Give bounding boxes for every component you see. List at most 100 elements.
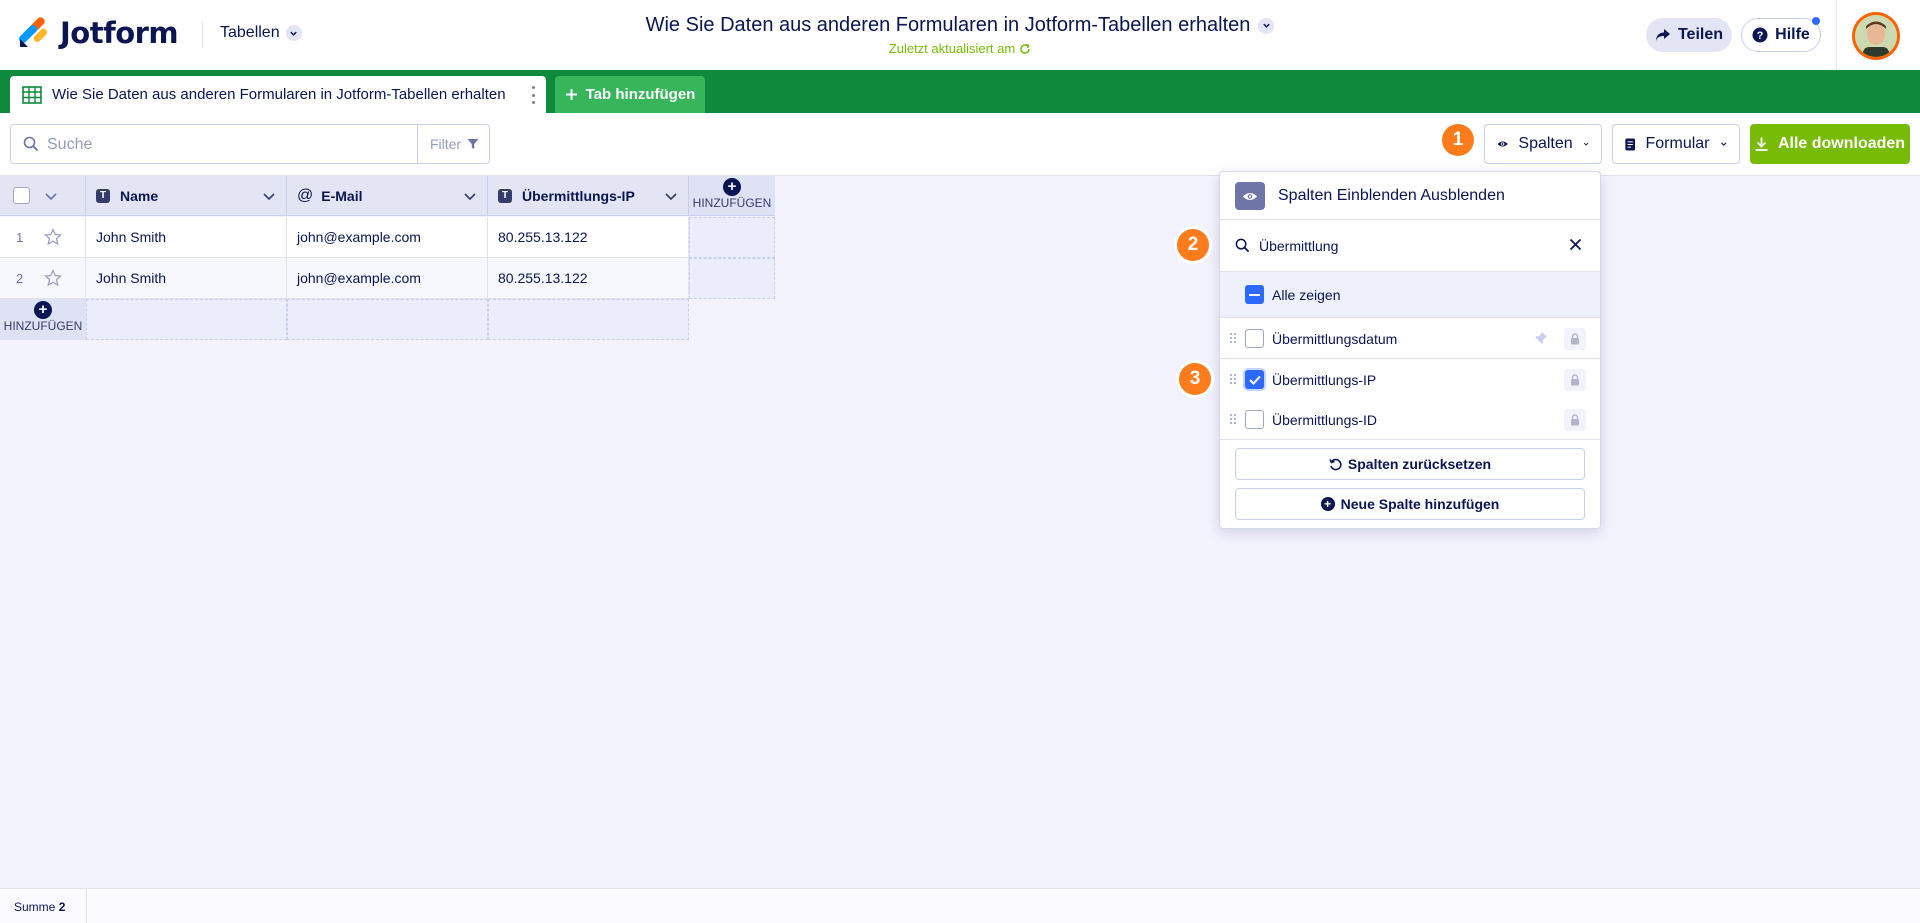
pin-icon[interactable]	[1534, 331, 1548, 345]
show-all-checkbox[interactable]	[1245, 285, 1264, 304]
lock-icon	[1564, 328, 1586, 350]
empty-cell	[287, 299, 488, 340]
column-header-label: E-Mail	[321, 187, 363, 204]
add-tab-button[interactable]: Tab hinzufügen	[555, 76, 705, 113]
text-type-icon: T	[96, 188, 110, 203]
row-number: 1	[16, 230, 24, 245]
form-document-icon	[1625, 138, 1636, 150]
chevron-down-icon	[1583, 142, 1589, 146]
add-row-label: HINZUFÜGEN	[3, 319, 83, 333]
chevron-down-icon	[1258, 17, 1275, 34]
step-badge-1: 1	[1442, 124, 1474, 156]
column-checkbox[interactable]	[1245, 329, 1264, 348]
last-updated: Zuletzt aktualisiert am	[0, 41, 1920, 56]
table-cell[interactable]: john@example.com	[287, 217, 488, 258]
drag-handle-icon[interactable]	[1230, 374, 1236, 384]
download-icon	[1755, 137, 1768, 151]
add-row-button[interactable]: + HINZUFÜGEN	[0, 299, 86, 340]
chevron-down-icon[interactable]	[44, 189, 58, 203]
chevron-down-icon[interactable]	[664, 189, 678, 203]
column-item-submission-ip[interactable]: Übermittlungs-IP	[1220, 359, 1600, 400]
column-header-label: Name	[120, 187, 159, 204]
columns-button[interactable]: Spalten	[1484, 124, 1602, 164]
page-title[interactable]: Wie Sie Daten aus anderen Formularen in …	[646, 14, 1275, 37]
eye-icon	[1235, 182, 1265, 210]
chevron-down-icon[interactable]	[262, 189, 276, 203]
column-checkbox[interactable]	[1245, 410, 1264, 429]
search-icon	[23, 136, 39, 152]
select-all-checkbox[interactable]	[13, 187, 30, 204]
form-button[interactable]: Formular	[1612, 124, 1740, 164]
column-search-input[interactable]: Übermittlung	[1259, 238, 1338, 254]
table-cell[interactable]: 80.255.13.122	[488, 217, 689, 258]
lock-icon	[1564, 369, 1586, 391]
column-item-submission-id[interactable]: Übermittlungs-ID	[1220, 399, 1600, 440]
page-title-text: Wie Sie Daten aus anderen Formularen in …	[645, 14, 1251, 36]
column-header-email[interactable]: @ E-Mail	[287, 176, 488, 216]
form-label: Formular	[1645, 135, 1710, 152]
plus-icon	[565, 89, 577, 100]
panel-title: Spalten Einblenden Ausblenden	[1278, 187, 1505, 204]
filter-label: Filter	[429, 136, 462, 152]
email-type-icon: @	[297, 186, 314, 204]
sum-label: Summe	[14, 900, 56, 914]
star-icon[interactable]	[44, 269, 62, 287]
show-all-row[interactable]: Alle zeigen	[1220, 272, 1600, 318]
eye-icon	[1497, 141, 1508, 147]
search-icon	[1235, 238, 1250, 253]
column-header-submission-ip[interactable]: T Übermittlungs-IP	[488, 176, 689, 216]
tab-bar: Wie Sie Daten aus anderen Formularen in …	[0, 70, 1920, 113]
lock-icon	[1564, 409, 1586, 431]
plus-circle-icon: +	[1320, 497, 1335, 511]
reset-columns-button[interactable]: Spalten zurücksetzen	[1235, 448, 1585, 480]
notification-dot	[1812, 17, 1820, 25]
tab-label: Wie Sie Daten aus anderen Formularen in …	[52, 86, 506, 103]
panel-search[interactable]: Übermittlung	[1220, 220, 1600, 272]
table-cell[interactable]: John Smith	[86, 217, 287, 258]
download-all-button[interactable]: Alle downloaden	[1750, 124, 1910, 164]
column-checkbox[interactable]	[1245, 370, 1264, 389]
row-header: 2	[0, 258, 86, 299]
last-updated-text: Zuletzt aktualisiert am	[888, 41, 1016, 56]
tab-active-table[interactable]: Wie Sie Daten aus anderen Formularen in …	[10, 76, 546, 113]
column-header-label: Übermittlungs-IP	[522, 187, 635, 204]
add-new-column-button[interactable]: + Neue Spalte hinzufügen	[1235, 488, 1585, 520]
show-all-label: Alle zeigen	[1272, 287, 1341, 303]
more-vertical-icon[interactable]	[532, 86, 536, 104]
toolbar: Suche Filter 1 Spalten Formular Alle dow…	[0, 113, 1920, 176]
search-box[interactable]: Suche Filter	[10, 124, 490, 164]
add-column-button[interactable]: + HINZUFÜGEN	[689, 176, 775, 216]
chevron-down-icon[interactable]	[463, 189, 477, 203]
table-cell[interactable]: john@example.com	[287, 258, 488, 299]
search-input[interactable]: Suche	[47, 136, 92, 154]
filter-button[interactable]: Filter	[417, 125, 491, 163]
footer-divider	[86, 889, 87, 923]
row-number: 2	[16, 271, 24, 286]
column-header-name[interactable]: T Name	[86, 176, 287, 216]
columns-label: Spalten	[1518, 135, 1573, 152]
filter-funnel-icon	[467, 139, 479, 149]
app-header: Jotform Tabellen Wie Sie Daten aus ander…	[0, 0, 1920, 70]
column-item-label: Übermittlungsdatum	[1272, 331, 1398, 347]
reset-icon	[1329, 458, 1342, 470]
columns-visibility-panel: Spalten Einblenden Ausblenden Übermittlu…	[1219, 171, 1601, 529]
empty-cell	[689, 217, 775, 258]
row-header: 1	[0, 217, 86, 258]
column-item-submission-date[interactable]: Übermittlungsdatum	[1220, 318, 1600, 359]
table-grid-icon	[22, 85, 42, 104]
help-icon: ?	[1752, 27, 1768, 43]
table-cell[interactable]: John Smith	[86, 258, 287, 299]
share-button[interactable]: Teilen	[1646, 18, 1732, 52]
table-cell[interactable]: 80.255.13.122	[488, 258, 689, 299]
help-button[interactable]: ? Hilfe	[1741, 18, 1821, 52]
star-icon[interactable]	[44, 228, 62, 246]
add-new-column-label: Neue Spalte hinzufügen	[1340, 496, 1500, 512]
drag-handle-icon[interactable]	[1230, 414, 1236, 424]
close-icon[interactable]	[1569, 238, 1582, 251]
user-avatar[interactable]	[1852, 12, 1900, 60]
empty-cell	[86, 299, 287, 340]
step-badge-3: 3	[1179, 363, 1211, 395]
text-type-icon: T	[498, 188, 512, 203]
plus-circle-icon: +	[723, 178, 741, 196]
drag-handle-icon[interactable]	[1230, 333, 1236, 343]
